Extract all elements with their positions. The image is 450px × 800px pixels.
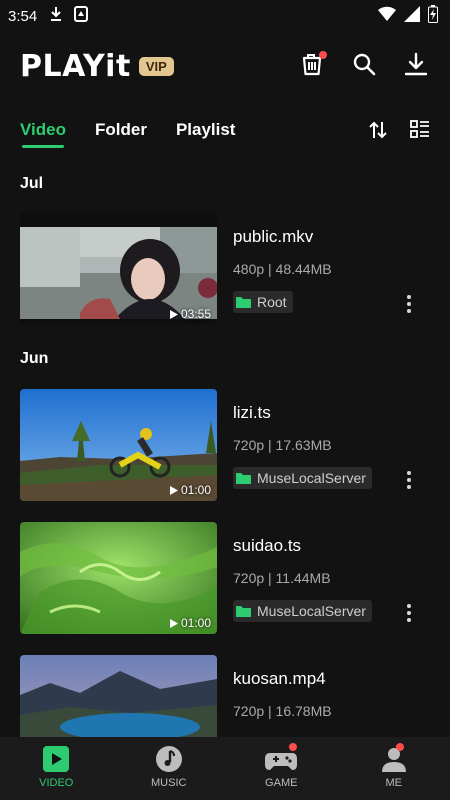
play-icon xyxy=(169,485,178,495)
sort-icon[interactable] xyxy=(368,120,388,145)
more-options-button[interactable] xyxy=(400,602,418,624)
video-meta: 720p | 17.63MB xyxy=(233,437,332,453)
download-notification-icon xyxy=(49,6,63,27)
download-icon xyxy=(404,52,428,81)
app-bar: PLAYit VIP xyxy=(0,40,450,92)
play-icon xyxy=(169,618,178,628)
folder-label: MuseLocalServer xyxy=(257,603,366,619)
status-time: 3:54 xyxy=(8,7,38,25)
tab-video[interactable]: Video xyxy=(20,112,66,148)
folder-label: MuseLocalServer xyxy=(257,470,366,486)
folder-icon xyxy=(236,473,251,484)
nav-game-label: GAME xyxy=(265,777,298,789)
video-item[interactable]: 01:00 suidao.ts 720p | 11.44MB MuseLocal… xyxy=(20,522,430,634)
video-meta: 480p | 48.44MB xyxy=(233,261,332,277)
signal-icon xyxy=(404,5,420,27)
tab-folder[interactable]: Folder xyxy=(95,112,147,140)
cleaner-button[interactable] xyxy=(298,51,327,80)
nav-music-label: MUSIC xyxy=(151,777,187,789)
search-button[interactable] xyxy=(350,52,378,80)
download-button[interactable] xyxy=(402,52,430,80)
folder-icon xyxy=(236,297,251,308)
tab-playlist[interactable]: Playlist xyxy=(176,112,236,140)
clipboard-notification-icon xyxy=(73,5,89,28)
video-title[interactable]: lizi.ts xyxy=(233,403,271,423)
video-duration: 01:00 xyxy=(169,616,211,630)
folder-label: Root xyxy=(257,294,287,310)
folder-icon xyxy=(236,606,251,617)
wifi-icon xyxy=(378,6,396,27)
video-thumbnail[interactable] xyxy=(20,655,217,737)
section-header-jul: Jul xyxy=(20,175,44,192)
me-notification-dot xyxy=(395,743,404,751)
video-item[interactable]: 03:55 public.mkv 480p | 48.44MB Root xyxy=(20,213,430,325)
video-duration: 03:55 xyxy=(169,307,211,321)
nav-video[interactable]: VIDEO xyxy=(0,737,113,800)
bottom-navigation: VIDEO MUSIC GAME ME xyxy=(0,737,450,800)
vip-badge[interactable]: VIP xyxy=(138,56,174,76)
video-thumbnail[interactable]: 01:00 xyxy=(20,522,217,634)
game-notification-dot xyxy=(289,743,297,751)
video-meta: 720p | 11.44MB xyxy=(233,570,331,586)
folder-chip[interactable]: MuseLocalServer xyxy=(233,600,372,622)
folder-chip[interactable]: Root xyxy=(233,291,293,313)
video-title[interactable]: suidao.ts xyxy=(233,536,301,556)
play-icon xyxy=(169,309,178,319)
music-note-icon xyxy=(155,746,182,772)
nav-me[interactable]: ME xyxy=(338,737,450,800)
list-view-icon[interactable] xyxy=(410,120,430,145)
video-play-icon xyxy=(43,746,70,772)
video-duration: 01:00 xyxy=(169,483,211,497)
nav-video-label: VIDEO xyxy=(39,777,74,789)
tab-bar: Video Folder Playlist xyxy=(0,112,450,154)
more-options-button[interactable] xyxy=(400,293,418,315)
battery-icon xyxy=(428,4,438,28)
person-icon xyxy=(381,748,406,772)
notification-dot xyxy=(319,51,327,59)
status-bar: 3:54 xyxy=(0,0,450,32)
nav-game[interactable]: GAME xyxy=(225,737,338,800)
video-title[interactable]: kuosan.mp4 xyxy=(233,669,326,689)
video-item[interactable]: 01:00 lizi.ts 720p | 17.63MB MuseLocalSe… xyxy=(20,389,430,501)
nav-me-label: ME xyxy=(385,777,403,789)
video-thumbnail[interactable]: 03:55 xyxy=(20,213,217,325)
more-options-button[interactable] xyxy=(400,469,418,491)
section-header-jun: Jun xyxy=(20,350,49,367)
app-logo: PLAYit xyxy=(20,48,131,84)
nav-music[interactable]: MUSIC xyxy=(113,737,226,800)
video-item[interactable]: kuosan.mp4 720p | 16.78MB xyxy=(20,655,430,737)
video-title[interactable]: public.mkv xyxy=(233,227,313,247)
search-icon xyxy=(352,52,376,81)
video-thumbnail[interactable]: 01:00 xyxy=(20,389,217,501)
folder-chip[interactable]: MuseLocalServer xyxy=(233,467,372,489)
video-meta: 720p | 16.78MB xyxy=(233,703,332,719)
